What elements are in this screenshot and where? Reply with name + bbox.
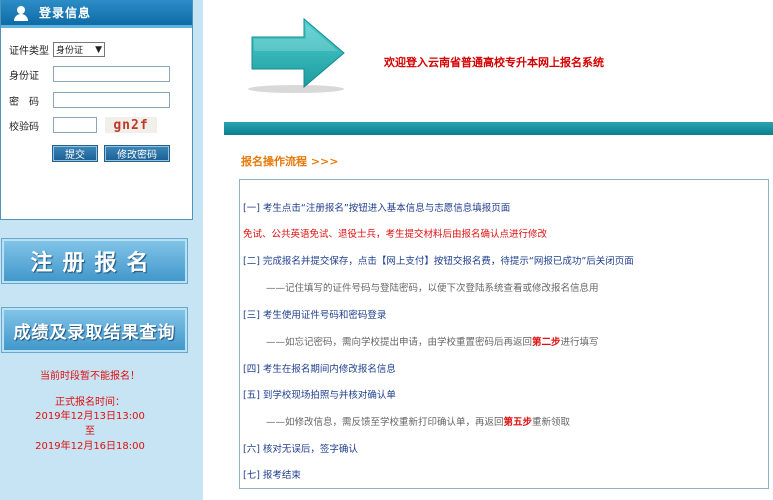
step-2-note: ——记住填写的证件号码与登陆密码，以便下次登陆系统查看或修改报名信息用: [266, 283, 599, 294]
teal-divider-bar: [224, 122, 773, 135]
step-3-note-text-a: ——如忘记密码，需向学校提出申请，由学校重置密码后再返回: [266, 337, 533, 348]
step-7: [七] 报考结束: [243, 470, 301, 481]
step-5-note: ——如修改信息，需反馈至学校重新打印确认单，再返回第五步重新领取: [266, 414, 570, 428]
registration-end-time: 2019年12月16日18:00: [35, 441, 145, 452]
id-number-row: 身份证: [9, 66, 170, 82]
step-3: [三] 考生使用证件号码和密码登录: [243, 310, 387, 321]
registration-to-label: 至: [85, 426, 95, 437]
password-label: 密 码: [9, 96, 39, 108]
password-input[interactable]: [53, 92, 170, 108]
step-4: [四] 考生在报名期间内修改报名信息: [243, 364, 396, 375]
login-divider: [1, 25, 192, 28]
captcha-row: 校验码 gn2f: [9, 117, 157, 133]
step-5-note-highlight: 第五步: [503, 417, 533, 428]
welcome-title: 欢迎登入云南省普通高校专升本网上报名系统: [384, 56, 604, 69]
registration-period-title: 正式报名时间：: [55, 397, 125, 408]
user-icon: [13, 5, 29, 21]
change-password-button[interactable]: 修改密码: [104, 145, 170, 162]
captcha-input[interactable]: [53, 117, 97, 133]
register-button[interactable]: 注册报名: [1, 238, 188, 284]
step-1: [一] 考生点击“注册报名”按钮进入基本信息与志愿信息填报页面: [243, 203, 511, 214]
id-number-input[interactable]: [53, 66, 170, 82]
id-type-value: 身份证: [56, 46, 84, 56]
login-header-title: 登录信息: [39, 6, 92, 20]
step-3-note-highlight: 第二步: [532, 337, 561, 348]
id-type-row: 证件类型 身份证 ▼: [9, 42, 105, 57]
step-2: [二] 完成报名并提交保存，点击【网上支付】按钮交报名费，待提示“网报已成功”后…: [243, 256, 634, 267]
step-5-note-text-a: ——如修改信息，需反馈至学校重新打印确认单，再返回: [266, 417, 504, 428]
id-number-label: 身份证: [9, 70, 39, 82]
id-type-label: 证件类型: [9, 46, 49, 57]
registration-start-time: 2019年12月13日13:00: [35, 411, 145, 422]
step-3-note: ——如忘记密码，需向学校提出申请，由学校重置密码后再返回第二步进行填写: [266, 334, 599, 348]
left-panel: 登录信息 证件类型 身份证 ▼ 身份证 密 码 校验码 gn2f 提交 修改密码…: [0, 0, 203, 500]
captcha-label: 校验码: [9, 121, 39, 133]
step-5-note-text-b: 重新领取: [532, 417, 571, 428]
step-6: [六] 核对无误后，签字确认: [243, 444, 358, 455]
password-row: 密 码: [9, 92, 170, 108]
cannot-register-notice: 当前时段暂不能报名！: [40, 371, 140, 382]
login-header: 登录信息: [1, 0, 192, 25]
score-query-button[interactable]: 成绩及录取结果查询: [1, 307, 188, 353]
submit-button[interactable]: 提交: [52, 145, 98, 162]
step-3-note-text-b: 进行填写: [560, 337, 599, 348]
arrow-graphic: [246, 15, 350, 95]
dropdown-arrow-icon: ▼: [95, 44, 102, 55]
step-5: [五] 到学校现场拍照与并核对确认单: [243, 390, 396, 401]
login-panel: 登录信息 证件类型 身份证 ▼ 身份证 密 码 校验码 gn2f 提交 修改密码: [0, 0, 193, 220]
exemption-note: 免试、公共英语免试、退役士兵，考生提交材料后由报名确认点进行修改: [243, 229, 548, 240]
flow-title: 报名操作流程 >>>: [241, 155, 339, 168]
steps-panel: [一] 考生点击“注册报名”按钮进入基本信息与志愿信息填报页面 免试、公共英语免…: [239, 179, 769, 489]
captcha-image[interactable]: gn2f: [105, 117, 157, 133]
arrow-icon: [248, 17, 345, 93]
id-type-select[interactable]: 身份证 ▼: [53, 42, 105, 57]
